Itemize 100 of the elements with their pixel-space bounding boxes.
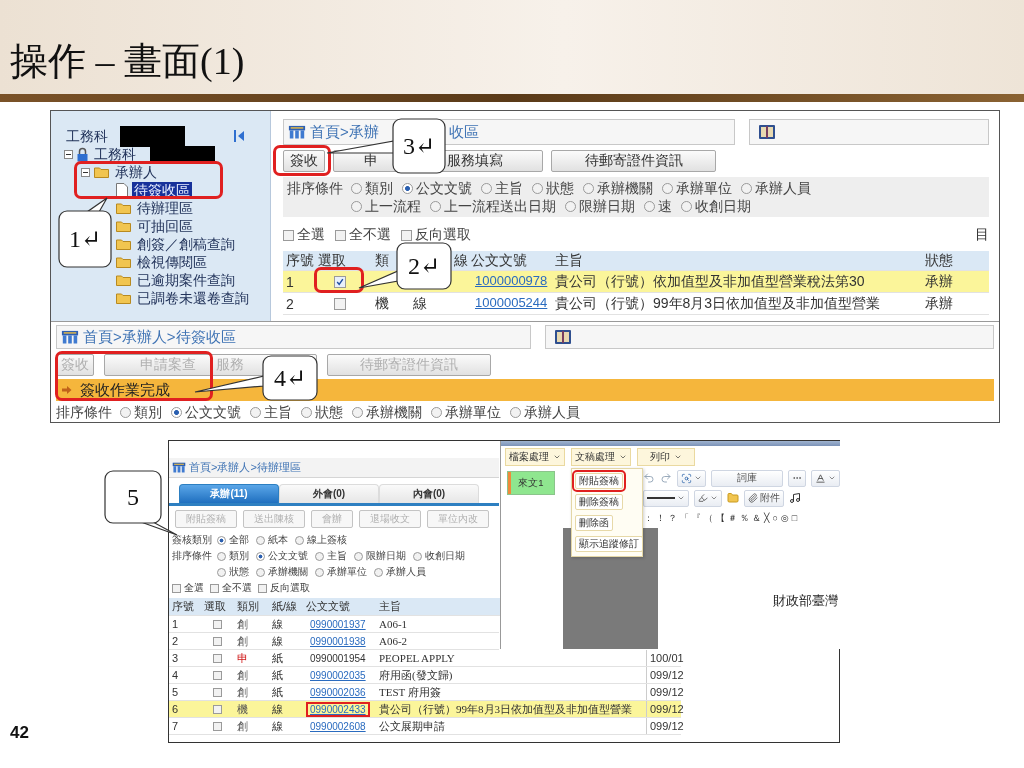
field-label: 簽核類別 (172, 533, 212, 547)
slide-title: 操作 – 畫面(1) (10, 39, 245, 84)
option-label: 全不選 (222, 581, 252, 595)
column-header: 序號 (172, 599, 194, 614)
table-cell: 099/12 (650, 686, 684, 698)
table-cell: 線 (272, 616, 283, 632)
option-label: 類別 (365, 179, 393, 197)
field-label: 排序條件 (287, 179, 343, 197)
column-header: 紙/線 (272, 599, 298, 614)
column-header: 狀態 (925, 251, 953, 270)
option-label: 狀態 (315, 403, 343, 421)
callout-number: 5 (127, 483, 139, 511)
column-header: 序號 (286, 251, 314, 270)
table-cell: 承辦 (925, 294, 953, 313)
column-header: 主旨 (379, 599, 401, 614)
option-label: 類別 (229, 549, 249, 563)
message-text: 簽收作業完成 (80, 380, 170, 400)
table-cell: 線 (413, 294, 427, 313)
table-cell: A06-1 (379, 618, 408, 630)
table-cell: PEOPEL APPLY (379, 652, 455, 664)
option-label: 主旨 (327, 549, 347, 563)
table-cell: 線 (272, 701, 283, 717)
option-label: 全選 (184, 581, 204, 595)
document-text: 財政部臺灣 (773, 592, 839, 610)
table-cell: 紙 (272, 650, 283, 666)
option-label: 承辦單位 (676, 179, 732, 197)
option-label: 反向選取 (270, 581, 310, 595)
field-label: 排序條件 (56, 403, 112, 421)
option-label: 承辦機關 (268, 565, 308, 579)
option-label: 公文文號 (416, 179, 472, 197)
option-label: 類別 (134, 403, 162, 421)
breadcrumb-text: 首頁>承辦人>待簽收區 (83, 327, 236, 347)
table-cell: 5 (172, 686, 179, 698)
table-cell: 機 (237, 701, 248, 717)
status-text: 目 (975, 226, 989, 244)
table-cell: 2 (286, 295, 294, 312)
table-cell: 貴公司（行號）99年8月3日依加值型及非加值型營業 (555, 294, 881, 313)
column-header: 選取 (318, 251, 346, 270)
table-cell: 機 (375, 294, 389, 313)
table-cell: 創 (237, 718, 248, 734)
table-cell: 線 (272, 633, 283, 649)
option-label: 全選 (297, 226, 325, 244)
column-header: 類 (375, 251, 389, 270)
option-label: 上一流程 (365, 197, 421, 215)
table-cell: 6 (172, 703, 179, 715)
option-label: 承辦人員 (755, 179, 811, 197)
field-label: 排序條件 (172, 549, 212, 563)
column-header: 線 (454, 251, 468, 270)
page-number: 42 (9, 723, 30, 743)
table-cell: 1 (286, 273, 294, 290)
option-label: 主旨 (495, 179, 523, 197)
option-label: 限辦日期 (366, 549, 406, 563)
table-cell: 2 (172, 635, 179, 647)
option-label: 紙本 (268, 533, 288, 547)
table-cell: 099/12 (650, 720, 684, 732)
option-label: 限辦日期 (579, 197, 635, 215)
table-cell: 公文展期申請 (379, 718, 445, 734)
table-cell: 099/12 (650, 703, 684, 715)
option-label: 承辦人員 (386, 565, 426, 579)
option-label: 狀態 (546, 179, 574, 197)
column-header: 選取 (204, 599, 226, 614)
table-cell: TEST 府用簽 (379, 684, 441, 700)
option-label: 反向選取 (415, 226, 471, 244)
option-label: 上一流程送出日期 (444, 197, 556, 215)
option-label: 收創日期 (695, 197, 751, 215)
option-label: 全不選 (349, 226, 391, 244)
option-label: 承辦單位 (445, 403, 501, 421)
column-header: 主旨 (555, 251, 583, 270)
option-label: 速 (658, 197, 672, 215)
option-label: 承辦機關 (597, 179, 653, 197)
option-label: 承辦單位 (327, 565, 367, 579)
table-cell: 100/01 (650, 652, 684, 664)
option-label: 主旨 (264, 403, 292, 421)
breadcrumb-text: 首頁>承辦人>待辦理區 (189, 460, 301, 475)
breadcrumb-text: 首頁>承辦 (310, 122, 379, 142)
table-cell: 承辦 (925, 272, 953, 291)
option-label: 承辦機關 (366, 403, 422, 421)
document-number: 0990001954 (309, 651, 367, 666)
table-cell: 府用函(發文歸) (379, 667, 453, 683)
table-cell: 創 (237, 684, 248, 700)
table-cell: 紙 (272, 667, 283, 683)
tree-header: 工務科 (65, 127, 109, 145)
table-cell: 創 (237, 633, 248, 649)
table-cell: 申 (237, 650, 248, 666)
table-cell: A06-2 (379, 635, 408, 647)
table-cell: 3 (172, 652, 179, 664)
callout-number: 3↵ (402, 132, 436, 160)
table-cell: 貴公司（行號）99年8月3日依加值型及非加值型營業 (379, 701, 632, 717)
table-cell: 099/12 (650, 669, 684, 681)
option-label: 狀態 (229, 565, 249, 579)
table-cell: 創 (237, 667, 248, 683)
callout-number: 1↵ (68, 225, 102, 253)
table-cell: 創 (237, 616, 248, 632)
table-cell: 1 (172, 618, 179, 630)
table-cell: 7 (172, 720, 179, 732)
option-label: 公文文號 (268, 549, 308, 563)
column-header: 公文文號 (471, 251, 527, 270)
column-header: 類別 (237, 599, 259, 614)
column-header: 公文文號 (306, 599, 350, 614)
table-cell: 4 (172, 669, 179, 681)
